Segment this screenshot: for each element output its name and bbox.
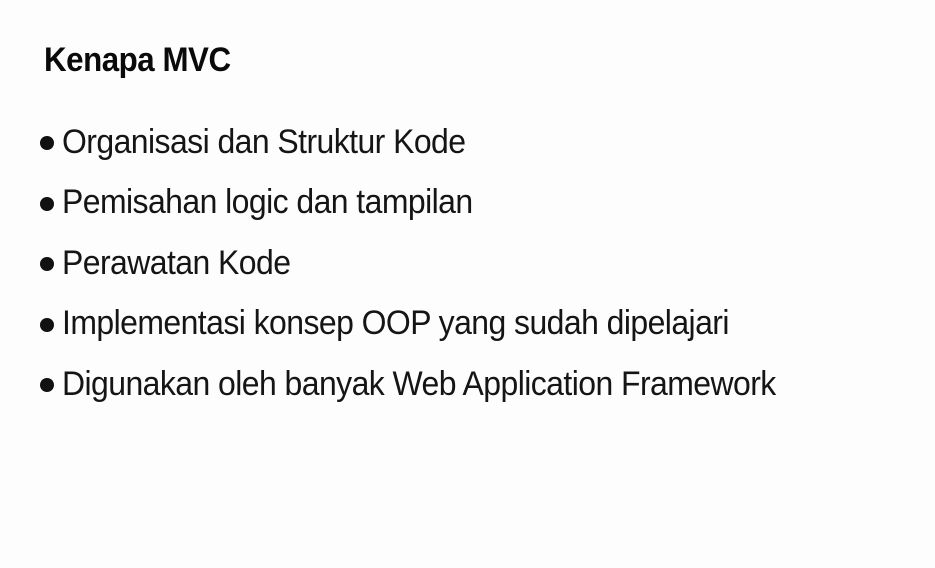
slide: Kenapa MVC Organisasi dan Struktur Kode … <box>0 0 935 568</box>
bullet-item: Organisasi dan Struktur Kode <box>40 112 821 173</box>
slide-title: Kenapa MVC <box>44 41 231 79</box>
bullet-text: Organisasi dan Struktur Kode <box>62 122 466 161</box>
bullet-list: Organisasi dan Struktur Kode Pemisahan l… <box>40 112 821 415</box>
bullet-text: Perawatan Kode <box>62 243 291 282</box>
bullet-item: Perawatan Kode <box>40 233 821 294</box>
bullet-item: Pemisahan logic dan tampilan <box>40 173 821 234</box>
bullet-dot-icon <box>40 317 54 332</box>
bullet-item: Digunakan oleh banyak Web Application Fr… <box>40 354 821 415</box>
bullet-dot-icon <box>40 257 54 272</box>
bullet-dot-icon <box>40 196 54 211</box>
bullet-text: Implementasi konsep OOP yang sudah dipel… <box>62 304 729 343</box>
bullet-text: Pemisahan logic dan tampilan <box>62 183 473 222</box>
bullet-dot-icon <box>40 378 54 393</box>
bullet-dot-icon <box>40 136 54 151</box>
bullet-text: Digunakan oleh banyak Web Application Fr… <box>62 364 776 403</box>
bullet-item: Implementasi konsep OOP yang sudah dipel… <box>40 294 821 355</box>
